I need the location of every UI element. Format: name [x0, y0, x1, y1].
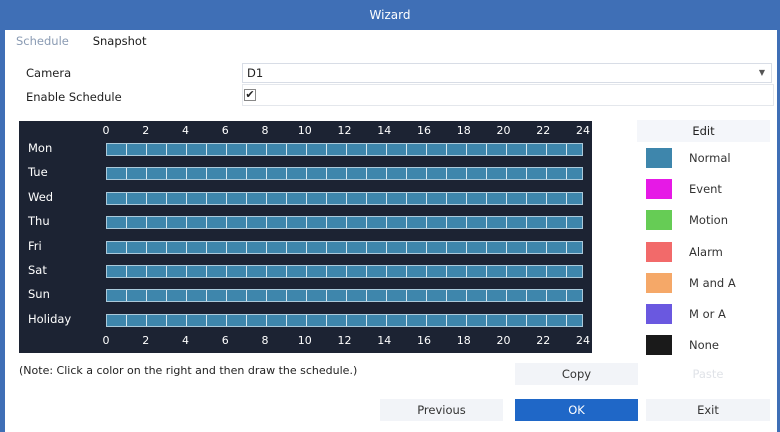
day-label: Holiday	[28, 311, 72, 326]
legend-item-m-and-a[interactable]: M and A	[646, 273, 776, 295]
top-hour-label: 0	[102, 124, 110, 137]
bottom-hour-label: 16	[417, 334, 431, 347]
enable-schedule-label: Enable Schedule	[26, 90, 122, 104]
schedule-row-bar[interactable]	[106, 216, 583, 230]
edit-button[interactable]: Edit	[637, 120, 770, 142]
schedule-row-bar[interactable]	[106, 240, 583, 254]
legend-label: Normal	[689, 151, 731, 165]
chevron-down-icon: ▼	[758, 68, 765, 77]
day-label: Sat	[28, 263, 47, 277]
top-hour-label: 10	[297, 124, 312, 137]
legend-item-event[interactable]: Event	[646, 179, 776, 201]
bottom-hour-label: 8	[261, 334, 269, 347]
day-label: Fri	[28, 238, 42, 253]
legend-item-alarm[interactable]: Alarm	[646, 242, 776, 264]
bottom-hour-label: 4	[182, 334, 189, 347]
window-title-bar: Wizard	[0, 0, 780, 30]
legend-label: Event	[689, 182, 722, 196]
paste-button[interactable]: Paste	[646, 363, 770, 385]
camera-select[interactable]: D1 ▼	[242, 63, 772, 83]
legend-label: Alarm	[689, 245, 723, 259]
window-frame-left	[0, 30, 5, 432]
bottom-hour-label: 18	[456, 334, 471, 347]
color-swatch[interactable]	[646, 242, 672, 262]
bottom-hour-label: 6	[221, 334, 229, 347]
exit-button[interactable]: Exit	[646, 399, 770, 421]
bottom-hour-label: 24	[576, 334, 590, 347]
ok-button[interactable]: OK	[515, 399, 638, 421]
legend-item-m-or-a[interactable]: M or A	[646, 304, 776, 326]
top-hour-label: 16	[417, 124, 431, 137]
top-hour-label: 2	[142, 124, 150, 137]
bottom-hour-label: 0	[102, 334, 110, 347]
top-hour-label: 14	[377, 124, 392, 137]
top-hour-label: 22	[536, 124, 551, 137]
schedule-row-bar[interactable]	[106, 167, 583, 181]
enable-schedule-row: Enable Schedule ✔	[20, 86, 774, 108]
color-swatch[interactable]	[646, 273, 672, 293]
bottom-hour-label: 12	[337, 334, 352, 347]
legend-label: M or A	[689, 307, 726, 321]
window-title: Wizard	[369, 8, 411, 22]
schedule-note: (Note: Click a color on the right and th…	[19, 364, 358, 377]
color-swatch[interactable]	[646, 304, 672, 324]
enable-schedule-checkbox[interactable]: ✔	[244, 89, 256, 101]
day-label: Wed	[28, 189, 54, 204]
bottom-hour-label: 22	[536, 334, 551, 347]
color-swatch[interactable]	[646, 335, 672, 355]
day-label: Thu	[28, 214, 50, 229]
top-hour-label: 4	[182, 124, 189, 137]
schedule-row-bar[interactable]	[106, 265, 583, 278]
camera-row: Camera D1 ▼	[20, 62, 774, 84]
top-hour-label: 8	[261, 124, 269, 137]
color-swatch[interactable]	[646, 179, 672, 199]
legend-item-normal[interactable]: Normal	[646, 148, 776, 170]
bottom-hour-label: 10	[297, 334, 312, 347]
tab-snapshot[interactable]: Snapshot	[93, 34, 147, 48]
color-swatch[interactable]	[646, 210, 672, 230]
day-label: Mon	[28, 141, 53, 155]
bottom-hour-label: 14	[377, 334, 392, 347]
tab-bar: Schedule Snapshot	[16, 34, 166, 50]
legend-label: M and A	[689, 276, 736, 290]
legend-label: None	[689, 338, 720, 352]
schedule-row-bar[interactable]	[106, 289, 583, 303]
camera-label: Camera	[26, 66, 72, 80]
previous-button[interactable]: Previous	[380, 399, 503, 421]
camera-select-value: D1	[247, 66, 264, 80]
top-hour-label: 6	[221, 124, 229, 137]
schedule-row-bar[interactable]	[106, 313, 583, 327]
schedule-grid: 0 2 4 6 8 10 12 14 16 18 20 22 24 Mon Tue Wed Thu Fri Sat S…	[19, 121, 592, 353]
day-label: Sun	[28, 287, 50, 302]
top-hour-label: 24	[576, 124, 590, 137]
bottom-hour-label: 2	[142, 334, 150, 347]
copy-button[interactable]: Copy	[515, 363, 638, 385]
schedule-row-bar[interactable]	[106, 191, 583, 205]
bottom-hour-label: 20	[496, 334, 511, 347]
top-hour-label: 18	[456, 124, 471, 137]
legend-label: Motion	[689, 213, 728, 227]
tab-schedule[interactable]: Schedule	[16, 34, 69, 48]
legend-item-none[interactable]: None	[646, 335, 776, 357]
top-hour-label: 12	[337, 124, 352, 137]
day-label: Tue	[28, 165, 48, 180]
legend-item-motion[interactable]: Motion	[646, 210, 776, 232]
color-swatch[interactable]	[646, 148, 672, 168]
top-hour-label: 20	[496, 124, 511, 137]
schedule-row-bar[interactable]	[106, 143, 583, 156]
